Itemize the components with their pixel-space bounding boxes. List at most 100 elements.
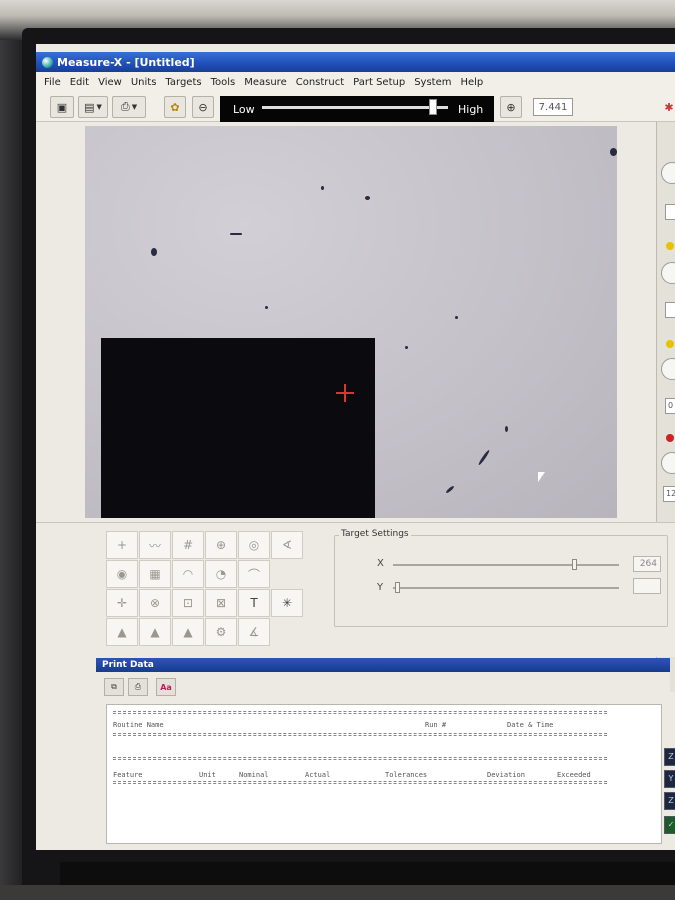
image-tool-button[interactable]: ▲ [172, 618, 204, 646]
app-icon [42, 56, 53, 68]
x-slider-thumb[interactable] [571, 559, 577, 570]
menu-construct[interactable]: Construct [296, 77, 344, 88]
ring-icon: ◉ [116, 567, 128, 581]
concentric-tool-button[interactable]: ◎ [238, 531, 270, 559]
circle-tool-button[interactable]: ⊕ [205, 531, 237, 559]
speck [610, 148, 617, 156]
y-axis-button[interactable]: Y [664, 770, 675, 788]
column-nominal: Nominal [239, 771, 269, 779]
mesh-tool-button[interactable]: ▦ [139, 560, 171, 588]
caliper-tool-button[interactable]: ∡ [238, 618, 270, 646]
curve-tool-button[interactable]: ⌒ [238, 560, 270, 588]
light-slider-track[interactable] [262, 106, 448, 109]
menu-system[interactable]: System [414, 77, 451, 88]
settings-button[interactable]: ✱ [658, 96, 675, 118]
copy-icon: ⧉ [111, 682, 117, 691]
menu-edit[interactable]: Edit [70, 77, 89, 88]
circle-cross-tool-button[interactable]: ⊗ [139, 589, 171, 617]
light-slider[interactable]: Low High [220, 96, 494, 122]
red-light-icon[interactable] [666, 434, 674, 442]
menu-help[interactable]: Help [460, 77, 483, 88]
zoom-value-field[interactable]: 7.441 [533, 98, 573, 116]
target-icon: ◎ [248, 538, 260, 552]
dial-icon[interactable] [661, 452, 675, 474]
print-report-button[interactable]: ⎙ [128, 678, 148, 696]
status-button[interactable]: ✓ [664, 816, 675, 834]
menu-part-setup[interactable]: Part Setup [353, 77, 405, 88]
palette-button[interactable]: ✿ [164, 96, 186, 118]
angle-tool-button[interactable]: ∢ [271, 531, 303, 559]
part-edge-shadow [101, 338, 375, 518]
check-icon: ✓ [667, 820, 675, 829]
arc-tool-button[interactable]: ◔ [205, 560, 237, 588]
routine-name-label: Routine Name [113, 721, 164, 729]
zoom-out-button[interactable]: ⊖ [192, 96, 214, 118]
menu-bar: File Edit View Units Targets Tools Measu… [36, 72, 675, 92]
box-cross-tool-button[interactable]: ⊠ [205, 589, 237, 617]
hash-icon: # [182, 538, 194, 552]
y-label: Y [377, 582, 384, 593]
z-axis-button[interactable]: Z [664, 748, 675, 766]
x-label: X [377, 558, 384, 569]
chevron-down-icon: ▼ [96, 103, 102, 111]
column-unit: Unit [199, 771, 216, 779]
save-dropdown-button[interactable]: ▤ ▼ [78, 96, 108, 118]
x-value-field[interactable]: 264 [633, 556, 661, 572]
point-tool-button[interactable]: + [106, 531, 138, 559]
mouse-cursor-icon [538, 472, 545, 482]
mountain-icon: ▲ [150, 625, 160, 639]
y-slider-track[interactable] [393, 587, 619, 589]
dial-icon[interactable] [661, 162, 675, 184]
gear-tool-button[interactable]: ⚙ [205, 618, 237, 646]
print-data-report[interactable]: Routine Name Run # Date & Time Feature U… [106, 704, 662, 844]
ring-tool-button[interactable]: ◉ [106, 560, 138, 588]
camera-view[interactable] [85, 126, 617, 518]
empty-cell [271, 618, 303, 646]
open-folder-button[interactable]: ▣ [50, 96, 74, 118]
copy-button[interactable]: ⧉ [104, 678, 124, 696]
target-settings-group: Target Settings X 264 Y [334, 529, 668, 627]
star-tool-button[interactable]: ✳ [271, 589, 303, 617]
right-value-box[interactable]: 0 [665, 398, 675, 414]
caliper-icon: ∡ [248, 625, 260, 639]
menu-view[interactable]: View [98, 77, 122, 88]
image-tool-button[interactable]: ▲ [106, 618, 138, 646]
mesh-icon: ▦ [149, 567, 161, 581]
mountain-icon: ▲ [183, 625, 193, 639]
menu-tools[interactable]: Tools [211, 77, 236, 88]
crosshair-tool-button[interactable]: ✛ [106, 589, 138, 617]
t-tool-button[interactable]: T [238, 589, 270, 617]
font-button[interactable]: Aa [156, 678, 176, 696]
grid-tool-button[interactable]: # [172, 531, 204, 559]
light-slider-thumb[interactable] [429, 99, 438, 115]
y-value-field[interactable] [633, 578, 661, 594]
z-axis-button[interactable]: Z [664, 792, 675, 810]
circle-cross-icon: ⊗ [149, 596, 161, 610]
dial-icon[interactable] [661, 262, 675, 284]
box-cross-icon: ⊠ [215, 596, 227, 610]
print-data-toolbar: ⧉ ⎙ Aa [96, 672, 670, 702]
y-slider-thumb[interactable] [395, 582, 400, 593]
right-value-box[interactable]: 122 [663, 486, 675, 502]
menu-measure[interactable]: Measure [244, 77, 287, 88]
box-point-tool-button[interactable]: ⊡ [172, 589, 204, 617]
line-tool-button[interactable]: 〰 [139, 531, 171, 559]
light-bulb-icon[interactable] [666, 242, 674, 250]
dial-icon[interactable] [661, 358, 675, 380]
light-bulb-icon[interactable] [666, 340, 674, 348]
zoom-in-button[interactable]: ⊕ [500, 96, 522, 118]
speck [151, 248, 157, 256]
right-value-box[interactable] [665, 302, 675, 318]
axis-buttons: Z Y Z ✓ [664, 744, 675, 844]
menu-targets[interactable]: Targets [165, 77, 201, 88]
arc-grid-icon: ◠ [182, 567, 194, 581]
speck [230, 233, 242, 235]
menu-units[interactable]: Units [131, 77, 157, 88]
image-tool-button[interactable]: ▲ [139, 618, 171, 646]
print-dropdown-button[interactable]: ⎙ ▼ [112, 96, 146, 118]
menu-file[interactable]: File [44, 77, 61, 88]
x-slider-track[interactable] [393, 564, 619, 566]
arc-grid-tool-button[interactable]: ◠ [172, 560, 204, 588]
separator-line [113, 781, 607, 784]
right-value-box[interactable] [665, 204, 675, 220]
